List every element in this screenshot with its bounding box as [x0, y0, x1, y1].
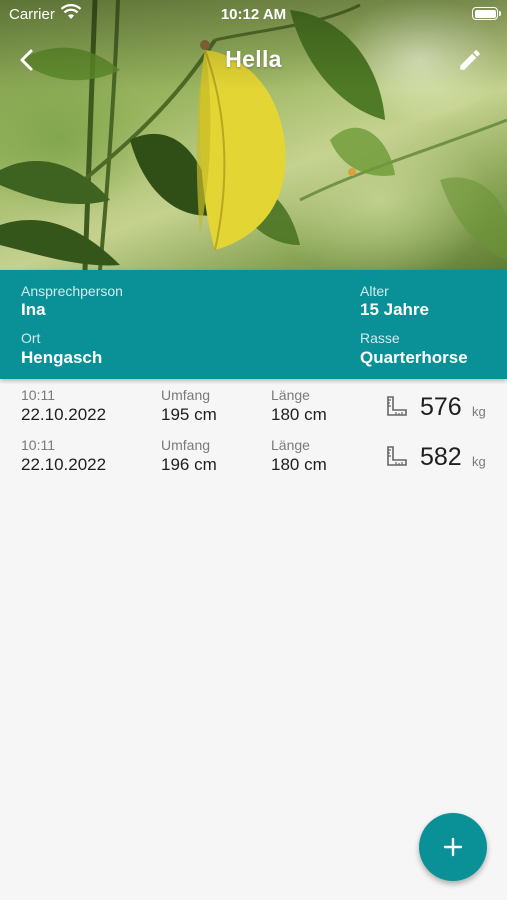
- ruler-icon: [387, 396, 407, 416]
- girth-label: Umfang: [161, 437, 211, 453]
- age-label: Alter: [360, 283, 389, 299]
- length-label: Länge: [271, 437, 310, 453]
- length-label: Länge: [271, 387, 310, 403]
- measurement-date: 22.10.2022: [21, 405, 107, 424]
- measurement-date: 22.10.2022: [21, 455, 107, 474]
- girth-value: 195 cm: [161, 405, 217, 424]
- add-measurement-button[interactable]: [419, 813, 487, 881]
- measurement-time: 10:11: [21, 437, 55, 453]
- measurement-row[interactable]: 10:11 22.10.2022 Umfang 196 cm Länge 180…: [0, 437, 507, 487]
- status-time: 10:12 AM: [220, 6, 287, 23]
- contact-value: Ina: [21, 300, 46, 319]
- contact-label: Ansprechperson: [21, 283, 123, 299]
- girth-label: Umfang: [161, 387, 211, 403]
- battery-icon: [472, 7, 501, 20]
- location-value: Hengasch: [21, 348, 103, 367]
- girth-value: 196 cm: [161, 455, 217, 474]
- pencil-icon[interactable]: [457, 47, 483, 73]
- weight-unit: kg: [472, 404, 486, 419]
- ruler-icon: [387, 446, 407, 466]
- plus-icon: [443, 837, 463, 857]
- measurement-row[interactable]: 10:11 22.10.2022 Umfang 195 cm Länge 180…: [0, 387, 507, 437]
- weight-value: 582: [420, 443, 462, 471]
- weight-unit: kg: [472, 454, 486, 469]
- age-value: 15 Jahre: [360, 300, 429, 319]
- breed-value: Quarterhorse: [360, 348, 468, 367]
- length-value: 180 cm: [271, 405, 327, 424]
- header-photo: Carrier 10:12 AM Hella: [0, 0, 507, 270]
- navigation-bar: Hella: [0, 38, 507, 82]
- length-value: 180 cm: [271, 455, 327, 474]
- page-title: Hella: [225, 46, 282, 72]
- status-bar: Carrier 10:12 AM: [0, 0, 507, 28]
- horse-info-panel: Ansprechperson Ina Alter 15 Jahre Ort He…: [0, 270, 507, 379]
- weight-value: 576: [420, 393, 462, 421]
- measurement-time: 10:11: [21, 387, 55, 403]
- location-label: Ort: [21, 330, 41, 346]
- breed-label: Rasse: [360, 330, 400, 346]
